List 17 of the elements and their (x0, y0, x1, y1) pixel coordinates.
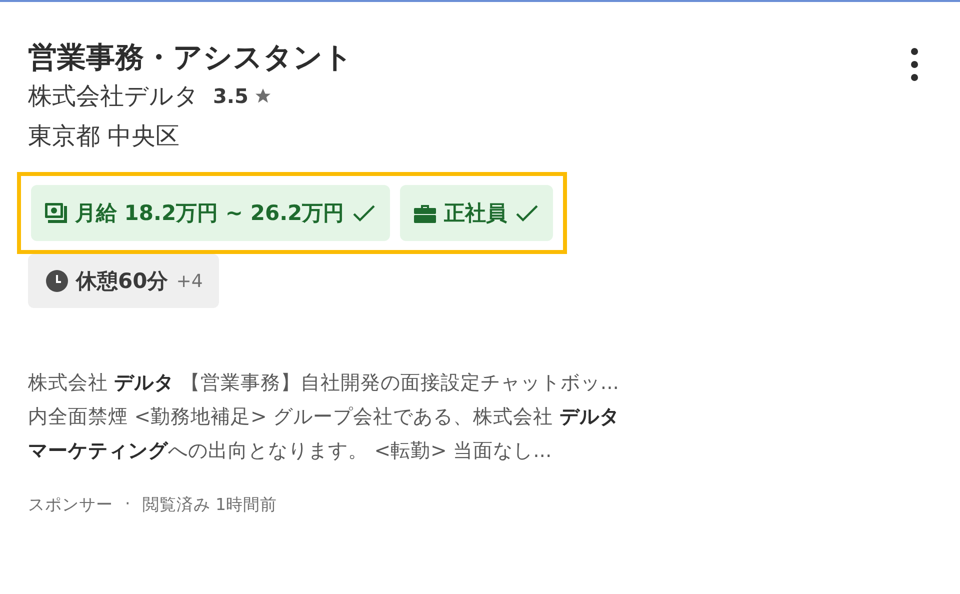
job-title[interactable]: 営業事務・アシスタント (28, 38, 932, 76)
rating-value: 3.5 (213, 83, 248, 110)
benefit-tag: 休憩60分 +4 (28, 254, 219, 308)
sponsored-label: スポンサー (28, 494, 113, 516)
job-location: 東京都 中央区 (28, 121, 181, 152)
check-icon (515, 203, 540, 223)
banknote-icon (45, 203, 67, 223)
company-name: 株式会社デルタ (28, 81, 199, 112)
check-icon (352, 203, 376, 223)
clock-icon (46, 270, 68, 292)
star-icon (254, 87, 272, 105)
salary-tag: 月給 18.2万円 ~ 26.2万円 (31, 185, 390, 241)
viewed-time: 閲覧済み 1時間前 (142, 494, 277, 516)
separator: · (125, 494, 130, 515)
job-snippet: 株式会社 デルタ 【営業事務】自社開発の面接設定チャットボッ... 内全面禁煙 <勤務地補足> グループ会社である、株式会社 デルタ マーケティングへの出向となります。 <転勤> 当面なし... (28, 370, 620, 464)
job-type-tag: 正社員 (400, 185, 554, 241)
briefcase-icon (414, 203, 436, 223)
